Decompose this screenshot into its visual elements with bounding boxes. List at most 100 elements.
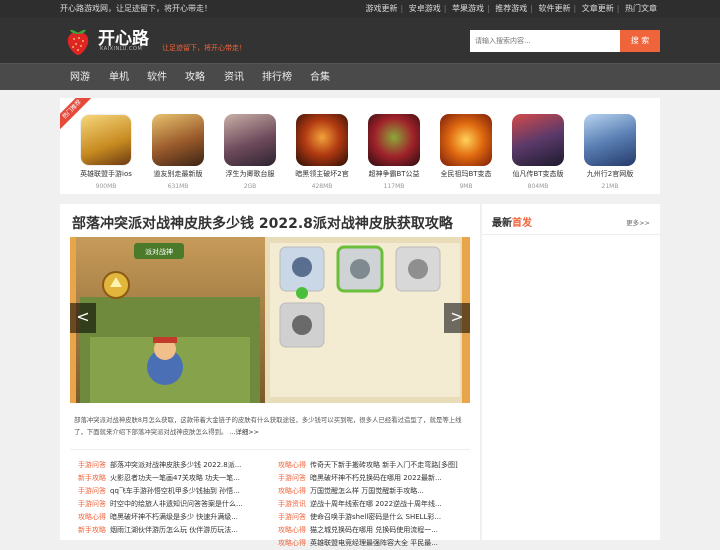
sidebar-more-link[interactable]: 更多>> [626,217,650,227]
list-item[interactable]: 手游问答 部落冲突派对战神皮肤多少钱 2022.8派... [78,459,274,472]
nav-item-single-player[interactable]: 单机 [109,64,129,91]
top-link-apple-games[interactable]: 苹果游戏 [452,4,484,13]
game-name[interactable]: 超神争霸BT公益 [359,169,429,179]
list-item-category[interactable]: 手游问答 [278,474,306,482]
game-card[interactable]: 道友别走最新版 631MB [143,114,213,190]
list-item-category[interactable]: 攻略心得 [278,487,306,495]
list-item-title[interactable]: 时空中的绘旅人非遗知识问答答案是什么... [110,500,243,508]
game-name[interactable]: 全民祖玛BT变态 [431,169,501,179]
list-item[interactable]: 新手攻略 烟雨江湖伙伴游历怎么玩 伙伴游历玩法... [78,524,274,537]
list-item[interactable]: 攻略心得 万国觉醒怎么样 万国觉醒新手攻略... [278,485,474,498]
top-link-android-games[interactable]: 安卓游戏 [409,4,441,13]
list-item[interactable]: 新手攻略 火影忍者功夫一笔画47关攻略 功夫一笔... [78,472,274,485]
game-card[interactable]: 暗黑领主破坏2官 428MB [287,114,357,190]
search-button[interactable]: 搜 索 [620,30,660,52]
article-title[interactable]: 部落冲突派对战神皮肤多少钱 2022.8派对战神皮肤获取攻略 [72,213,453,233]
article-read-more-link[interactable]: ...详细>> [229,428,259,436]
top-link-article-updates[interactable]: 文章更新 [582,4,614,13]
list-item-title[interactable]: 传奇天下新手搬砖攻略 新手入门不走弯路[多图] [310,461,458,469]
game-icon[interactable] [368,114,420,166]
game-name[interactable]: 仙凡传BT变态版 [503,169,573,179]
banner-next-button[interactable]: > [444,303,470,333]
game-card[interactable]: 九州行2官网版 21MB [575,114,645,190]
game-icon[interactable] [80,114,132,166]
game-name[interactable]: 浮生为卿歌台服 [215,169,285,179]
list-item[interactable]: 手游问答 使命召唤手游shell密码是什么 SHELL彩... [278,511,474,524]
sidebar-title-prefix: 最新 [492,218,512,229]
list-item-category[interactable]: 手游问答 [78,461,106,469]
top-link-recommended-games[interactable]: 推荐游戏 [495,4,527,13]
list-item-title[interactable]: 万国觉醒怎么样 万国觉醒新手攻略... [310,487,424,495]
list-item-title[interactable]: 火影忍者功夫一笔画47关攻略 功夫一笔... [110,474,240,482]
list-item[interactable]: 手游问答 qq飞车手游孙悟空机甲多少钱抽到 孙悟... [78,485,274,498]
top-link-software-updates[interactable]: 软件更新 [539,4,571,13]
list-item[interactable]: 手游问答 暗黑破坏神不朽兑换码在哪用 2022最新... [278,472,474,485]
list-item-title[interactable]: 暗黑破坏神不朽兑换码在哪用 2022最新... [310,474,442,482]
article-banner-image[interactable]: 派对战神 < > [70,237,470,403]
banner-caption: 派对战神 [145,247,173,256]
game-card[interactable]: 全民祖玛BT变态 9MB [431,114,501,190]
list-item-category[interactable]: 攻略心得 [278,461,306,469]
game-size: 9MB [459,183,473,190]
game-card[interactable]: 超神争霸BT公益 117MB [359,114,429,190]
game-name[interactable]: 暗黑领主破坏2官 [287,169,357,179]
top-link-game-updates[interactable]: 游戏更新 [366,4,398,13]
list-item[interactable]: 手游资讯 逆战十周年线索在哪 2022逆战十周年线... [278,498,474,511]
list-item-title[interactable]: qq飞车手游孙悟空机甲多少钱抽到 孙悟... [110,487,240,495]
game-name[interactable]: 道友别走最新版 [143,169,213,179]
hot-games-panel: 热门推荐 英雄联盟手游ios 900MB 道友别走最新版 631MB 浮生为卿歌… [60,98,660,194]
list-item-category[interactable]: 手游问答 [78,500,106,508]
game-name[interactable]: 英雄联盟手游ios [71,169,141,179]
article-summary: 部落冲突派对战神皮肤8月怎么获取，这款带着大金链子的皮肤有什么获取途径，多少钱可… [74,414,470,438]
list-item[interactable]: 攻略心得 传奇天下新手搬砖攻略 新手入门不走弯路[多图] [278,459,474,472]
game-icon[interactable] [584,114,636,166]
list-item[interactable]: 攻略心得 英雄联盟电竞经理最强阵容大全 平民最... [278,537,474,550]
list-item-title[interactable]: 逆战十周年线索在哪 2022逆战十周年线... [310,500,442,508]
list-item-title[interactable]: 暗黑破坏神不朽满级是多少 快速升满级... [110,513,238,521]
list-item-title[interactable]: 部落冲突派对战神皮肤多少钱 2022.8派... [110,461,241,469]
game-icon[interactable] [224,114,276,166]
game-name[interactable]: 九州行2官网版 [575,169,645,179]
banner-prev-button[interactable]: < [70,303,96,333]
list-item-category[interactable]: 攻略心得 [78,513,106,521]
game-size: 900MB [95,183,117,190]
nav-item-software[interactable]: 软件 [147,64,167,91]
list-item-category[interactable]: 攻略心得 [278,526,306,534]
nav-item-collections[interactable]: 合集 [310,64,330,91]
nav-item-online-games[interactable]: 网游 [70,64,90,91]
nav-item-guides[interactable]: 攻略 [185,64,205,91]
game-card[interactable]: 英雄联盟手游ios 900MB [71,114,141,190]
game-card[interactable]: 仙凡传BT变态版 804MB [503,114,573,190]
list-item[interactable]: 攻略心得 暗黑破坏神不朽满级是多少 快速升满级... [78,511,274,524]
game-icon[interactable] [440,114,492,166]
list-item[interactable]: 手游问答 时空中的绘旅人非遗知识问答答案是什么... [78,498,274,511]
game-icon[interactable] [296,114,348,166]
list-item-category[interactable]: 新手攻略 [78,474,106,482]
list-item-title[interactable]: 英雄联盟电竞经理最强阵容大全 平民最... [310,539,438,547]
game-card[interactable]: 浮生为卿歌台服 2GB [215,114,285,190]
main-nav: 网游 单机 软件 攻略 资讯 排行榜 合集 [0,63,720,90]
list-item-category[interactable]: 手游问答 [278,513,306,521]
list-item-category[interactable]: 新手攻略 [78,526,106,534]
game-icon[interactable] [512,114,564,166]
list-item-category[interactable]: 手游资讯 [278,500,306,508]
sidebar-title-highlight: 首发 [512,218,532,229]
list-item-title[interactable]: 使命召唤手游shell密码是什么 SHELL彩... [310,513,441,521]
list-item-category[interactable]: 手游问答 [78,487,106,495]
divider [482,234,660,235]
article-panel: 部落冲突派对战神皮肤多少钱 2022.8派对战神皮肤获取攻略 派对战神 < > … [60,204,480,547]
search-input[interactable] [470,30,620,52]
strawberry-logo-icon[interactable] [64,26,92,56]
nav-item-rankings[interactable]: 排行榜 [262,64,292,91]
article-list-left: 手游问答 部落冲突派对战神皮肤多少钱 2022.8派... 新手攻略 火影忍者功夫一… [78,459,274,537]
list-item-title[interactable]: 烟雨江湖伙伴游历怎么玩 伙伴游历玩法... [110,526,238,534]
list-item[interactable]: 攻略心得 猫之城兑换码在哪用 兑换码使用流程一... [278,524,474,537]
game-icon[interactable] [152,114,204,166]
divider [70,449,470,450]
site-url: KAIXINLU.COM [100,46,143,52]
list-item-category[interactable]: 攻略心得 [278,539,306,547]
game-size: 117MB [383,183,405,190]
nav-item-news[interactable]: 资讯 [224,64,244,91]
top-link-hot-articles[interactable]: 热门文章 [625,4,657,13]
list-item-title[interactable]: 猫之城兑换码在哪用 兑换码使用流程一... [310,526,438,534]
